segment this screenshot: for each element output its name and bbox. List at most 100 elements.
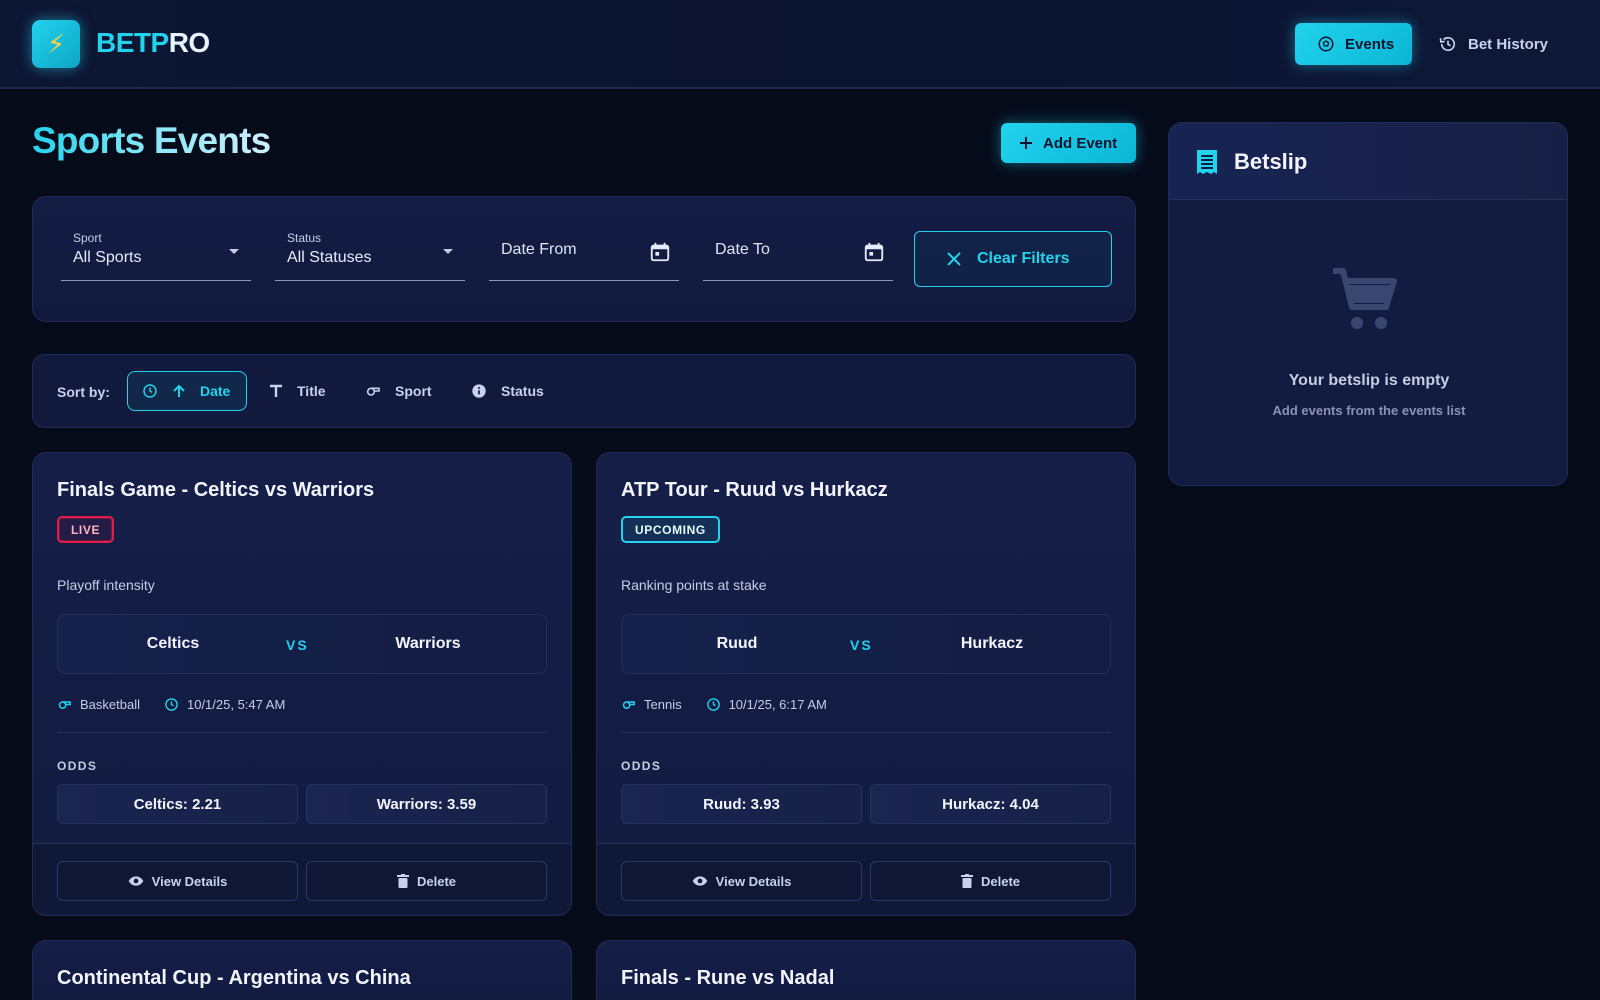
sport-select[interactable]: Sport All Sports <box>61 227 251 281</box>
event-description: Playoff intensity <box>57 577 155 593</box>
calendar-icon[interactable] <box>649 241 671 263</box>
event-meta: Tennis 10/1/25, 6:17 AM <box>621 697 851 712</box>
sport-select-label: Sport <box>73 231 102 245</box>
clear-filters-label: Clear Filters <box>977 250 1070 267</box>
status-select[interactable]: Status All Statuses <box>275 227 465 281</box>
receipt-icon <box>1195 149 1219 175</box>
team-2: Hurkacz <box>960 635 1024 652</box>
clock-icon <box>164 697 179 712</box>
nav-history-label: Bet History <box>1468 35 1549 53</box>
brand-part-2: RO <box>168 27 211 58</box>
sort-option-title[interactable]: Title <box>269 371 326 411</box>
view-details-button[interactable]: View Details <box>57 861 298 901</box>
arrow-up-icon <box>172 384 186 398</box>
event-title: Finals Game - Celtics vs Warriors <box>57 479 375 501</box>
info-icon <box>471 383 487 399</box>
vs-label: VS <box>850 637 873 653</box>
delete-label: Delete <box>416 873 457 889</box>
betslip-title: Betslip <box>1234 149 1308 174</box>
odds-button[interactable]: Celtics: 2.21 <box>57 784 298 824</box>
close-icon <box>947 252 961 266</box>
team-1: Ruud <box>716 635 758 652</box>
sort-option-date[interactable]: Date <box>127 371 248 411</box>
nav-bet-history-button[interactable]: Bet History <box>1438 23 1548 65</box>
dropdown-arrow-icon <box>229 249 239 254</box>
team-1: Celtics <box>146 635 200 652</box>
event-card[interactable]: Finals Game - Celtics vs Warriors LIVE P… <box>32 452 572 916</box>
view-details-label: View Details <box>715 873 792 889</box>
eye-icon <box>128 875 144 887</box>
odds-button[interactable]: Hurkacz: 4.04 <box>870 784 1111 824</box>
trash-icon <box>960 874 973 888</box>
odds-label: ODDS <box>57 759 98 773</box>
app-header: ⚡ BETPRO Events Bet History <box>0 0 1600 89</box>
clear-filters-button[interactable]: Clear Filters <box>914 231 1112 287</box>
event-title: ATP Tour - Ruud vs Hurkacz <box>621 479 888 501</box>
plus-icon <box>1019 136 1033 150</box>
filters-panel: Sport All Sports Status All Statuses Dat… <box>32 196 1136 322</box>
add-event-label: Add Event <box>1043 134 1118 152</box>
sort-option-date-label: Date <box>200 383 231 399</box>
view-details-label: View Details <box>151 873 228 889</box>
add-event-button[interactable]: Add Event <box>1001 123 1136 163</box>
delete-label: Delete <box>980 873 1021 889</box>
date-to-field[interactable]: Date To <box>703 227 893 281</box>
trash-icon <box>396 874 409 888</box>
event-card[interactable]: ATP Tour - Ruud vs Hurkacz UPCOMING Rank… <box>596 452 1136 916</box>
betslip-empty-subtitle: Add events from the events list <box>1272 403 1466 418</box>
card-footer: View Details Delete <box>597 843 1135 913</box>
sort-option-sport-label: Sport <box>395 383 432 399</box>
soccer-ball-icon <box>1317 35 1335 53</box>
status-select-value: All Statuses <box>287 249 372 266</box>
shopping-cart-icon <box>1329 263 1401 335</box>
event-card[interactable]: Finals - Rune vs Nadal <box>596 940 1136 1000</box>
odds-button[interactable]: Ruud: 3.93 <box>621 784 862 824</box>
event-sport: Basketball <box>80 697 140 712</box>
delete-button[interactable]: Delete <box>306 861 547 901</box>
whistle-icon <box>365 383 381 399</box>
vs-label: VS <box>286 637 309 653</box>
event-card[interactable]: Continental Cup - Argentina vs China <box>32 940 572 1000</box>
matchup-panel: Ruud VS Hurkacz <box>621 614 1111 674</box>
whistle-icon <box>621 697 636 712</box>
date-from-field[interactable]: Date From <box>489 227 679 281</box>
history-icon <box>1438 34 1458 54</box>
status-badge: UPCOMING <box>621 516 720 543</box>
dropdown-arrow-icon <box>443 249 453 254</box>
betslip-panel: Betslip Your betslip is empty Add events… <box>1168 122 1568 486</box>
team-2: Warriors <box>395 635 461 652</box>
sort-option-status[interactable]: Status <box>471 371 544 411</box>
calendar-icon[interactable] <box>863 241 885 263</box>
brand-name[interactable]: BETPRO <box>96 27 210 59</box>
status-badge: LIVE <box>57 516 115 543</box>
divider <box>57 732 547 733</box>
event-title: Continental Cup - Argentina vs China <box>57 967 411 989</box>
matchup-panel: Celtics VS Warriors <box>57 614 547 674</box>
nav-events-label: Events <box>1345 35 1395 53</box>
sort-option-sport[interactable]: Sport <box>365 371 432 411</box>
nav-events-button[interactable]: Events <box>1295 23 1412 65</box>
date-from-placeholder: Date From <box>501 241 577 258</box>
status-select-label: Status <box>287 231 322 245</box>
odds-label: ODDS <box>621 759 662 773</box>
lightning-logo-icon: ⚡ <box>32 20 80 68</box>
sort-label: Sort by: <box>57 384 110 400</box>
page-title: Sports Events <box>32 120 271 161</box>
whistle-icon <box>57 697 72 712</box>
clock-icon <box>142 383 158 399</box>
view-details-button[interactable]: View Details <box>621 861 862 901</box>
text-icon <box>269 384 283 398</box>
delete-button[interactable]: Delete <box>870 861 1111 901</box>
clock-icon <box>706 697 721 712</box>
odds-button[interactable]: Warriors: 3.59 <box>306 784 547 824</box>
event-datetime: 10/1/25, 5:47 AM <box>186 697 286 712</box>
divider <box>621 732 1111 733</box>
betslip-empty-title: Your betslip is empty <box>1288 372 1450 389</box>
eye-icon <box>692 875 708 887</box>
sort-option-title-label: Title <box>297 383 326 399</box>
brand-part-1: BETP <box>96 27 169 58</box>
event-description: Ranking points at stake <box>621 577 767 593</box>
sort-option-status-label: Status <box>501 383 544 399</box>
lightning-glyph: ⚡ <box>46 28 66 59</box>
sort-bar: Sort by: Date Title Sport Status <box>32 354 1136 428</box>
